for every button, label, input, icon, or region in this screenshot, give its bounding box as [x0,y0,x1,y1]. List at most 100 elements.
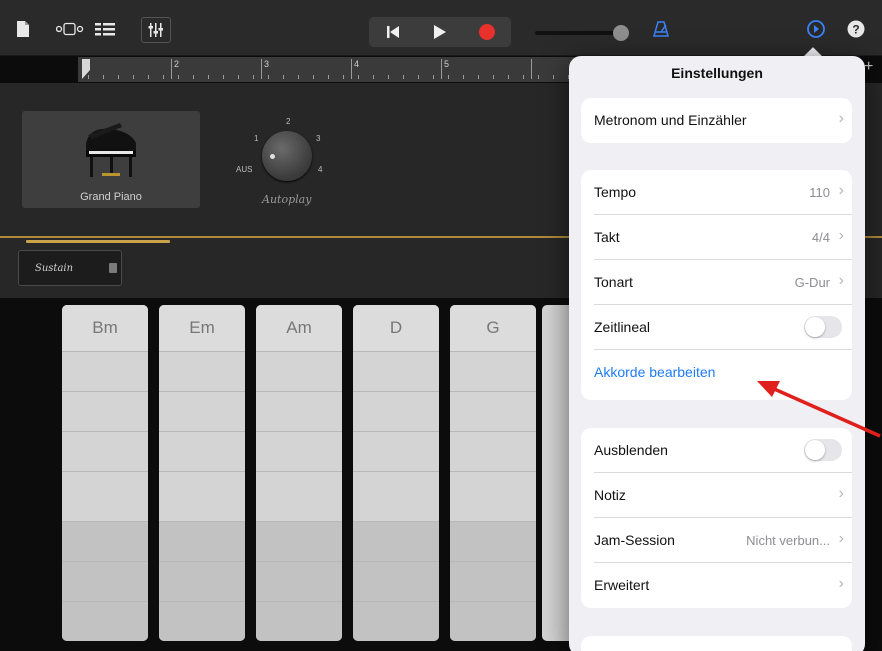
rewind-icon[interactable] [369,17,416,47]
svg-text:?: ? [852,23,859,37]
settings-group-metronome: Metronom und Einzähler › [581,98,852,143]
chord-segment[interactable] [256,431,342,471]
volume-slider-knob[interactable] [613,25,629,41]
ruler-bar-5: 5 [444,59,450,69]
tonart-value: G-Dur [794,275,830,290]
chord-segment[interactable] [450,471,536,511]
tonart-label: Tonart [594,274,633,290]
chord-segment[interactable] [353,351,439,391]
sustain-label: Sustain [35,263,74,274]
chord-segment[interactable] [62,521,148,561]
document-icon[interactable] [14,16,32,42]
chord-segment[interactable] [256,521,342,561]
autoplay-pos-3: 3 [316,134,321,143]
erweitert-label: Erweitert [594,577,650,593]
notiz-label: Notiz [594,487,626,503]
notiz-row[interactable]: Notiz › [581,473,852,518]
chord-segment[interactable] [159,351,245,391]
instrument-tile[interactable]: Grand Piano [22,111,200,208]
add-section-icon[interactable]: + [864,58,873,76]
autoplay-label: Autoplay [262,193,312,206]
settings-icon[interactable] [805,16,827,42]
transport-controls [369,17,511,47]
chord-segment[interactable] [450,351,536,391]
chord-segment[interactable] [159,601,245,641]
tracks-view-icon[interactable] [94,16,116,42]
chord-segment[interactable] [353,431,439,471]
autoplay-pos-1: 1 [254,134,259,143]
chord-segment[interactable] [353,601,439,641]
takt-label: Takt [594,229,620,245]
chord-segment[interactable] [62,351,148,391]
chord-segment[interactable] [256,471,342,511]
jam-session-row[interactable]: Jam-Session Nicht verbun... › [581,518,852,563]
chevron-right-icon: › [838,575,844,592]
chord-segment[interactable] [159,471,245,511]
chord-segment[interactable] [256,351,342,391]
takt-value: 4/4 [811,230,830,245]
chord-strip[interactable]: G [450,305,536,641]
takt-row[interactable]: Takt 4/4 › [581,215,852,260]
chord-segment[interactable] [159,521,245,561]
chord-segment[interactable] [159,431,245,471]
chord-segment[interactable] [159,391,245,431]
autoplay-knob[interactable] [262,131,312,181]
chord-strip[interactable]: Em [159,305,245,641]
metronome-row[interactable]: Metronom und Einzähler › [581,98,852,143]
chord-segment[interactable] [62,601,148,641]
chord-segment[interactable] [62,471,148,511]
chord-segment[interactable] [450,601,536,641]
timeline-ruler[interactable]: 2 3 4 5 [78,57,578,82]
settings-group-extra: Ausblenden Notiz › Jam-Session Nicht ver… [581,428,852,608]
chord-label: G [450,305,536,351]
chord-segment[interactable] [159,561,245,601]
record-icon[interactable] [463,17,510,47]
chord-segment[interactable] [450,521,536,561]
autoplay-off-label: AUS [236,165,253,174]
chevron-right-icon: › [838,530,844,547]
jam-session-value: Nicht verbun... [746,533,830,548]
chord-strip[interactable]: Bm [62,305,148,641]
garageband-screen: ? 2 3 4 5 + Grand Piano AUS 1 2 3 4 Auto… [0,0,882,651]
metronome-icon[interactable] [650,16,672,42]
erweitert-row[interactable]: Erweitert › [581,563,852,608]
ruler-bar-2: 2 [174,59,180,69]
chevron-right-icon: › [838,110,844,127]
chord-segment[interactable] [353,391,439,431]
chord-segment[interactable] [450,391,536,431]
chord-label: D [353,305,439,351]
chord-segment[interactable] [62,391,148,431]
chord-segment[interactable] [256,391,342,431]
chord-segment[interactable] [353,521,439,561]
view-toggle-icon[interactable] [56,16,88,42]
chord-segment[interactable] [450,561,536,601]
chord-segment[interactable] [450,431,536,471]
chord-segment[interactable] [353,471,439,511]
play-icon[interactable] [416,17,463,47]
popover-title: Einstellungen [671,65,763,81]
tempo-value: 110 [809,185,830,200]
akkorde-bearbeiten-link[interactable]: Akkorde bearbeiten [594,364,715,380]
mixer-icon[interactable] [141,17,171,43]
autoplay-knob-indicator [270,154,275,159]
tonart-row[interactable]: Tonart G-Dur › [581,260,852,305]
tempo-label: Tempo [594,184,637,200]
help-icon[interactable]: ? [845,16,867,42]
akkorde-bearbeiten-row[interactable]: Akkorde bearbeiten [581,350,852,395]
tempo-row[interactable]: Tempo 110 › [581,170,852,215]
ausblenden-toggle[interactable] [804,439,842,461]
zeitlineal-row: Zeitlineal [581,305,852,350]
chord-label: Em [159,305,245,351]
ausblenden-row: Ausblenden [581,428,852,473]
sustain-button[interactable]: Sustain [18,250,122,286]
chord-strip[interactable]: D [353,305,439,641]
track-region-bar[interactable] [26,240,170,243]
chord-segment[interactable] [256,561,342,601]
chord-segment[interactable] [256,601,342,641]
chord-segment[interactable] [62,561,148,601]
chord-segment[interactable] [62,431,148,471]
chord-segment[interactable] [353,561,439,601]
chord-label: Am [256,305,342,351]
chord-strip[interactable]: Am [256,305,342,641]
zeitlineal-toggle[interactable] [804,316,842,338]
